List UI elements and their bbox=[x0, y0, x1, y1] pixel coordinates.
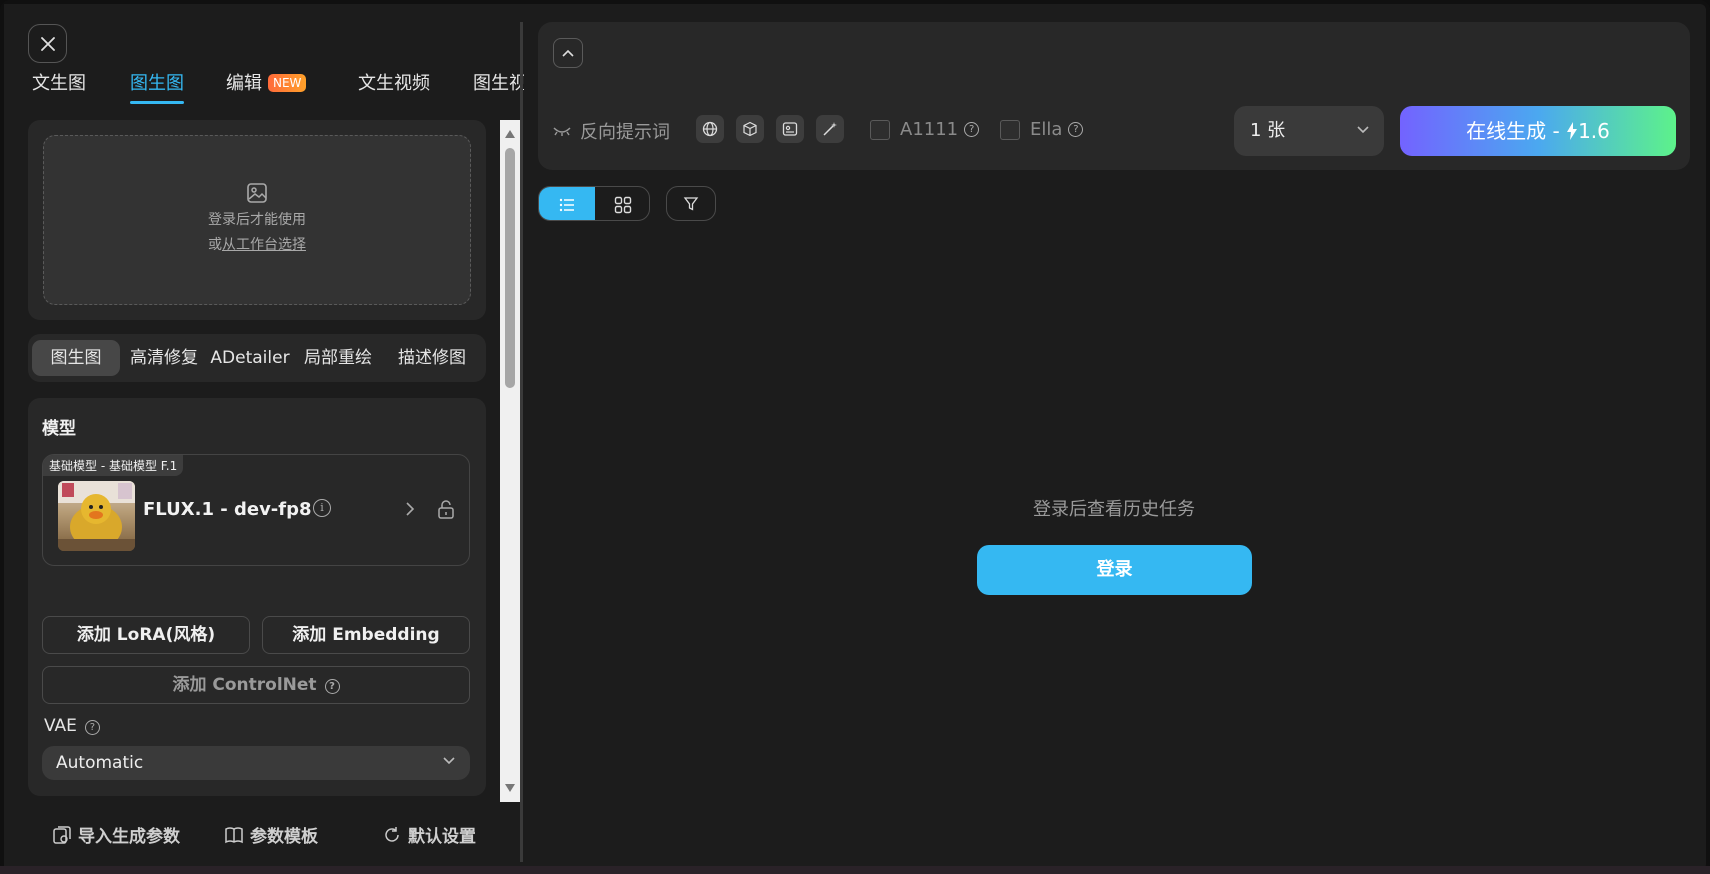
model-type-tag: 基础模型 - 基础模型 F.1 bbox=[43, 455, 184, 476]
default-settings-label: 默认设置 bbox=[408, 827, 476, 847]
chevron-down-icon bbox=[1357, 126, 1369, 134]
info-icon[interactable]: i bbox=[313, 499, 331, 517]
help-icon[interactable]: ? bbox=[324, 679, 340, 694]
model-section-title: 模型 bbox=[42, 419, 76, 439]
model-thumbnail bbox=[58, 481, 135, 551]
grid-icon bbox=[614, 196, 632, 213]
filter-icon bbox=[683, 196, 699, 211]
app-window: 文生图 图生图 编辑 NEW 文生视频 图生视 登录后才能使用 或从工作台选择 图… bbox=[0, 0, 1710, 874]
scroll-down-arrow-icon[interactable] bbox=[505, 784, 515, 792]
add-controlnet-label: 添加 ControlNet bbox=[172, 675, 317, 695]
close-button[interactable] bbox=[28, 24, 67, 63]
ella-checkbox[interactable]: Ella ? bbox=[1000, 119, 1084, 140]
tab-text-to-video[interactable]: 文生视频 bbox=[358, 72, 430, 106]
grid-view-button[interactable] bbox=[595, 187, 649, 220]
subtab-inpaint[interactable]: 局部重绘 bbox=[296, 340, 380, 376]
new-badge: NEW bbox=[268, 74, 307, 92]
vae-label-row: VAE? bbox=[44, 716, 100, 736]
generate-cost: 1.6 bbox=[1578, 119, 1610, 143]
image-upload-zone[interactable]: 登录后才能使用 或从工作台选择 bbox=[43, 135, 471, 305]
param-template-label: 参数模板 bbox=[250, 827, 318, 847]
reset-icon bbox=[385, 826, 399, 842]
eye-closed-icon bbox=[553, 127, 571, 136]
tab-image-to-video[interactable]: 图生视 bbox=[473, 72, 524, 106]
filter-button[interactable] bbox=[666, 186, 716, 221]
image-icon bbox=[247, 183, 267, 203]
select-from-workspace-link[interactable]: 从工作台选择 bbox=[222, 237, 306, 253]
model-3d-button[interactable] bbox=[736, 115, 764, 143]
upload-card: 登录后才能使用 或从工作台选择 bbox=[28, 120, 486, 320]
globe-icon bbox=[702, 121, 718, 137]
add-controlnet-button[interactable]: 添加 ControlNet? bbox=[42, 666, 470, 704]
img2img-sub-tabs: 图生图 高清修复 ADetailer 局部重绘 描述修图 bbox=[28, 334, 486, 382]
model-card: 模型 基础模型 - 基础模型 F.1 FLUX.1 - dev-fp8 i 添加… bbox=[28, 398, 486, 796]
cube-icon bbox=[743, 121, 757, 137]
chevron-down-icon bbox=[443, 757, 455, 765]
image-prompt-button[interactable] bbox=[776, 115, 804, 143]
image-count-select[interactable]: 1 张 bbox=[1234, 106, 1384, 156]
model-name: FLUX.1 - dev-fp8 bbox=[143, 499, 312, 520]
chevron-up-icon bbox=[562, 49, 574, 57]
tab-edit-label: 编辑 bbox=[226, 73, 262, 94]
background-strip bbox=[0, 866, 1710, 874]
list-icon bbox=[559, 198, 574, 211]
subtab-hires-fix[interactable]: 高清修复 bbox=[124, 340, 204, 376]
a1111-label: A1111 bbox=[900, 119, 959, 140]
ella-checkbox-box[interactable] bbox=[1000, 119, 1020, 140]
generate-online-button[interactable]: 在线生成 - 1.6 bbox=[1400, 106, 1676, 156]
image-count-value: 1 张 bbox=[1250, 120, 1286, 141]
view-mode-toggle bbox=[538, 186, 650, 221]
image-card-icon bbox=[782, 122, 798, 136]
history-empty-text: 登录后查看历史任务 bbox=[1033, 499, 1195, 520]
generate-label: 在线生成 - bbox=[1466, 119, 1560, 143]
magic-wand-button[interactable] bbox=[816, 115, 844, 143]
vae-value: Automatic bbox=[56, 753, 144, 773]
vae-label: VAE bbox=[44, 716, 77, 736]
negative-prompt-toggle[interactable]: 反向提示词 bbox=[552, 118, 670, 144]
magic-wand-icon bbox=[823, 122, 837, 136]
scrollbar-thumb[interactable] bbox=[505, 148, 515, 388]
close-icon bbox=[40, 36, 55, 51]
subtab-img2img[interactable]: 图生图 bbox=[32, 340, 120, 376]
login-button[interactable]: 登录 bbox=[977, 545, 1252, 595]
left-panel: 文生图 图生图 编辑 NEW 文生视频 图生视 登录后才能使用 或从工作台选择 图… bbox=[4, 4, 524, 870]
upload-login-hint: 登录后才能使用 bbox=[208, 212, 306, 228]
footer-actions: 导入生成参数 参数模板 默认设置 bbox=[4, 822, 520, 854]
a1111-help-icon[interactable]: ? bbox=[964, 122, 980, 137]
subtab-adetailer[interactable]: ADetailer bbox=[208, 340, 292, 376]
upload-alt-line: 或从工作台选择 bbox=[208, 233, 306, 258]
import-params-label: 导入生成参数 bbox=[78, 827, 180, 847]
collapse-button[interactable] bbox=[553, 38, 583, 68]
ella-help-icon[interactable]: ? bbox=[1068, 122, 1084, 137]
import-params-button[interactable]: 导入生成参数 bbox=[52, 822, 180, 847]
add-embedding-button[interactable]: 添加 Embedding bbox=[262, 616, 470, 654]
vae-select[interactable]: Automatic bbox=[42, 746, 470, 780]
add-lora-button[interactable]: 添加 LoRA(风格) bbox=[42, 616, 250, 654]
negative-prompt-label: 反向提示词 bbox=[580, 122, 670, 143]
ella-label: Ella bbox=[1030, 119, 1063, 140]
scroll-up-arrow-icon[interactable] bbox=[505, 130, 515, 138]
translate-button[interactable] bbox=[696, 115, 724, 143]
list-view-button[interactable] bbox=[539, 187, 595, 220]
upload-or-text: 或 bbox=[208, 237, 222, 253]
tab-text-to-image[interactable]: 文生图 bbox=[32, 72, 86, 106]
default-settings-button[interactable]: 默认设置 bbox=[382, 822, 476, 847]
lightning-icon bbox=[1567, 122, 1578, 140]
left-scrollbar[interactable] bbox=[500, 120, 520, 802]
book-icon bbox=[225, 826, 243, 843]
a1111-checkbox-box[interactable] bbox=[870, 119, 890, 140]
a1111-checkbox[interactable]: A1111 ? bbox=[870, 119, 980, 140]
chevron-right-icon[interactable] bbox=[405, 501, 415, 517]
model-selector[interactable]: 基础模型 - 基础模型 F.1 FLUX.1 - dev-fp8 i bbox=[42, 454, 470, 566]
param-template-button[interactable]: 参数模板 bbox=[224, 822, 318, 847]
tab-image-to-image[interactable]: 图生图 bbox=[130, 72, 184, 106]
subtab-describe-edit[interactable]: 描述修图 bbox=[384, 340, 480, 376]
vae-help-icon[interactable]: ? bbox=[84, 720, 100, 735]
tab-edit[interactable]: 编辑 NEW bbox=[226, 72, 307, 106]
unlock-icon[interactable] bbox=[437, 499, 455, 519]
mode-tabs: 文生图 图生图 编辑 NEW 文生视频 图生视 bbox=[32, 72, 524, 106]
prompt-card: 反向提示词 A1111 ? Ella ? 1 张 在线生成 - 1.6 bbox=[538, 22, 1690, 170]
import-icon bbox=[53, 825, 71, 844]
panel-divider[interactable] bbox=[520, 22, 523, 862]
